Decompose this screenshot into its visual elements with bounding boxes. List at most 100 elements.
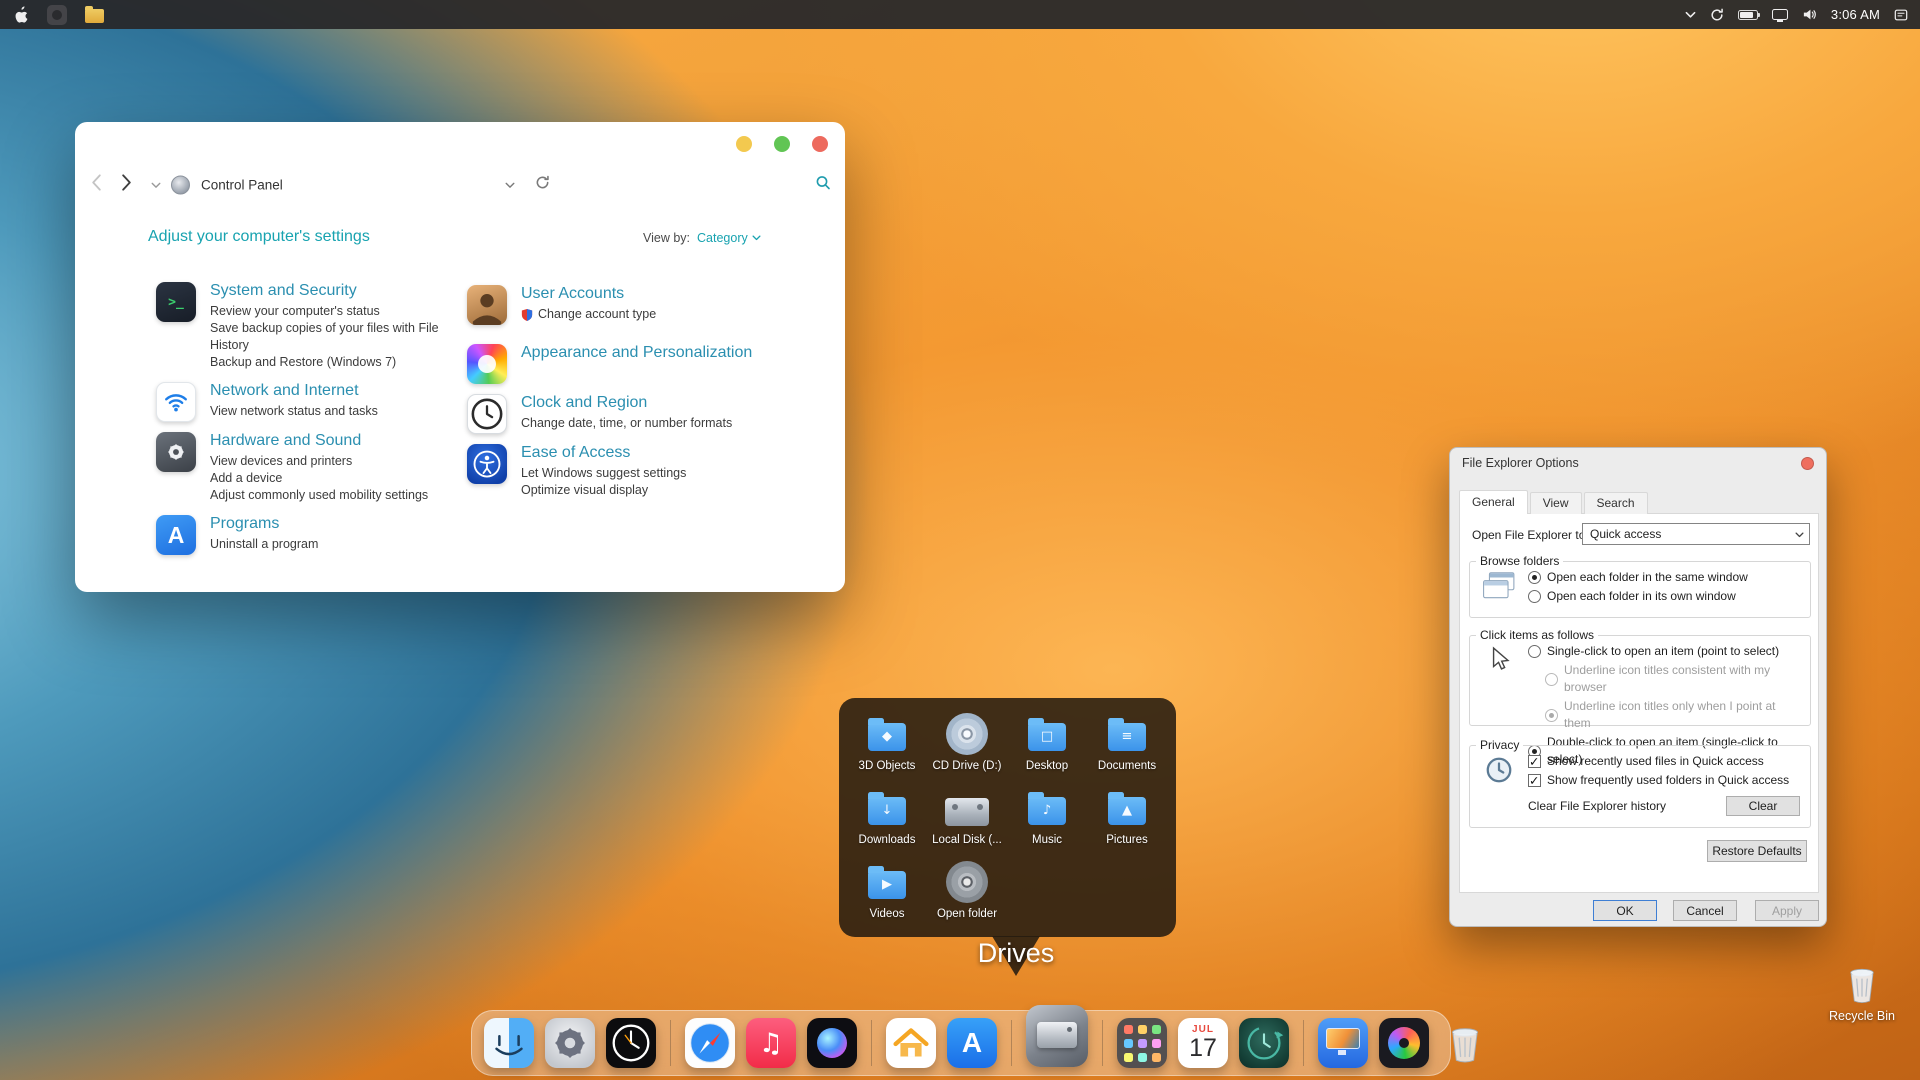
dock-separator (1011, 1020, 1012, 1066)
address-bar[interactable]: Control Panel (201, 178, 283, 193)
category-title[interactable]: System and Security (210, 282, 456, 300)
dock-finder-icon[interactable] (484, 1018, 534, 1068)
category-link[interactable]: Add a device (210, 470, 428, 487)
search-icon[interactable] (815, 175, 831, 196)
dialog-title: File Explorer Options (1462, 456, 1579, 470)
category-link[interactable]: View network status and tasks (210, 403, 378, 420)
group-label: Privacy (1476, 738, 1523, 752)
refresh-status-icon[interactable] (1710, 8, 1724, 22)
checkbox-recent-files[interactable]: Show recently used files in Quick access (1528, 753, 1804, 770)
screen-glyph (1326, 1028, 1360, 1049)
ok-button[interactable]: OK (1593, 900, 1657, 921)
app-indicator-icon[interactable] (47, 5, 67, 25)
apple-menu-icon[interactable] (14, 6, 29, 23)
radio-underline-point[interactable]: Underline icon titles only when I point … (1545, 698, 1804, 732)
category-link[interactable]: Save backup copies of your files with Fi… (210, 320, 456, 354)
minimize-button[interactable] (736, 136, 752, 152)
network-and-internet-icon[interactable] (156, 382, 196, 422)
dock-music-icon[interactable]: ♫ (746, 1018, 796, 1068)
forward-button[interactable] (121, 174, 132, 197)
dock-settings-icon[interactable] (545, 1018, 595, 1068)
drive-item-pictures[interactable]: ▲ Pictures (1087, 784, 1167, 858)
dock-calendar-icon[interactable]: JUL 17 (1178, 1018, 1228, 1068)
category-link[interactable]: Change account type (521, 306, 656, 323)
tab-view[interactable]: View (1530, 492, 1582, 514)
drive-item-local-disk[interactable]: Local Disk (... (927, 784, 1007, 858)
recycle-bin[interactable]: Recycle Bin (1826, 962, 1898, 1023)
restore-defaults-button[interactable]: Restore Defaults (1707, 840, 1807, 862)
dock-time-machine-icon[interactable] (1239, 1018, 1289, 1068)
dock-drives-icon[interactable] (1026, 1005, 1088, 1067)
group-label: Click items as follows (1476, 628, 1598, 642)
programs-icon[interactable]: A (156, 515, 196, 555)
category-title[interactable]: Clock and Region (521, 394, 732, 412)
radio-single-click[interactable]: Single-click to open an item (point to s… (1528, 643, 1804, 660)
dock-safari-icon[interactable] (685, 1018, 735, 1068)
category-link[interactable]: Review your computer's status (210, 303, 456, 320)
category-link[interactable]: Let Windows suggest settings (521, 465, 686, 482)
appearance-icon[interactable] (467, 344, 507, 384)
system-and-security-icon[interactable]: >_ (156, 282, 196, 322)
dock-home-icon[interactable] (886, 1018, 936, 1068)
radio-open-own-window[interactable]: Open each folder in its own window (1528, 588, 1804, 605)
drive-item-desktop[interactable]: □ Desktop (1007, 710, 1087, 784)
dialog-close-button[interactable] (1801, 457, 1814, 470)
checkbox-frequent-folders[interactable]: Show frequently used folders in Quick ac… (1528, 772, 1804, 789)
drive-item-cd-drive[interactable]: CD Drive (D:) (927, 710, 1007, 784)
display-status-icon[interactable] (1772, 9, 1788, 20)
color-wheel-glyph (1388, 1027, 1420, 1059)
category-title[interactable]: Network and Internet (210, 382, 378, 400)
radio-underline-consistent[interactable]: Underline icon titles consistent with my… (1545, 662, 1804, 696)
category-link[interactable]: Uninstall a program (210, 536, 318, 553)
dock-siri-icon[interactable] (807, 1018, 857, 1068)
user-accounts-icon[interactable] (467, 285, 507, 325)
volume-icon[interactable] (1802, 7, 1817, 22)
menubar-clock[interactable]: 3:06 AM (1831, 7, 1880, 22)
category-link[interactable]: Adjust commonly used mobility settings (210, 487, 428, 504)
notification-center-icon[interactable] (1894, 8, 1908, 22)
close-button[interactable] (812, 136, 828, 152)
category-link[interactable]: View devices and printers (210, 453, 428, 470)
folder-options-indicator-icon[interactable] (85, 6, 104, 23)
clock-and-region-icon[interactable] (467, 394, 507, 434)
clear-button[interactable]: Clear (1726, 796, 1800, 816)
cancel-button[interactable]: Cancel (1673, 900, 1737, 921)
dock-app-store-icon[interactable]: A (947, 1018, 997, 1068)
chevron-down-icon (1795, 527, 1804, 541)
dock-clock-icon[interactable] (606, 1018, 656, 1068)
drive-item-3d-objects[interactable]: ◆ 3D Objects (847, 710, 927, 784)
folder-icon: ≡ (1108, 723, 1146, 751)
drive-item-videos[interactable]: ▶ Videos (847, 858, 927, 932)
category-link[interactable]: Change date, time, or number formats (521, 415, 732, 432)
drive-item-open-folder[interactable]: Open folder (927, 858, 1007, 932)
refresh-button[interactable] (535, 175, 550, 195)
back-button[interactable] (91, 174, 102, 197)
history-chevron-icon[interactable] (151, 176, 161, 194)
category-title[interactable]: Programs (210, 515, 318, 533)
drive-item-documents[interactable]: ≡ Documents (1087, 710, 1167, 784)
dock-display-icon[interactable] (1318, 1018, 1368, 1068)
open-to-dropdown[interactable]: Quick access (1582, 523, 1810, 545)
chevron-down-icon[interactable] (1685, 11, 1696, 19)
category-title[interactable]: Appearance and Personalization (521, 344, 752, 362)
tab-general[interactable]: General (1459, 490, 1528, 514)
radio-open-same-window[interactable]: Open each folder in the same window (1528, 569, 1804, 586)
dock-media-icon[interactable] (1379, 1018, 1429, 1068)
drive-item-music[interactable]: ♪ Music (1007, 784, 1087, 858)
battery-icon[interactable] (1738, 10, 1758, 20)
address-dropdown-icon[interactable] (505, 176, 515, 194)
category-link[interactable]: Optimize visual display (521, 482, 686, 499)
category-title[interactable]: Hardware and Sound (210, 432, 428, 450)
category-title[interactable]: Ease of Access (521, 444, 686, 462)
apply-button[interactable]: Apply (1755, 900, 1819, 921)
drive-item-downloads[interactable]: ↓ Downloads (847, 784, 927, 858)
dock-trash-icon[interactable] (1440, 1018, 1490, 1068)
dock-launchpad-icon[interactable] (1117, 1018, 1167, 1068)
tab-search[interactable]: Search (1584, 492, 1648, 514)
zoom-button[interactable] (774, 136, 790, 152)
category-title[interactable]: User Accounts (521, 285, 656, 303)
category-link[interactable]: Backup and Restore (Windows 7) (210, 354, 456, 371)
view-by-dropdown[interactable]: Category (697, 231, 761, 245)
hardware-and-sound-icon[interactable] (156, 432, 196, 472)
ease-of-access-icon[interactable] (467, 444, 507, 484)
